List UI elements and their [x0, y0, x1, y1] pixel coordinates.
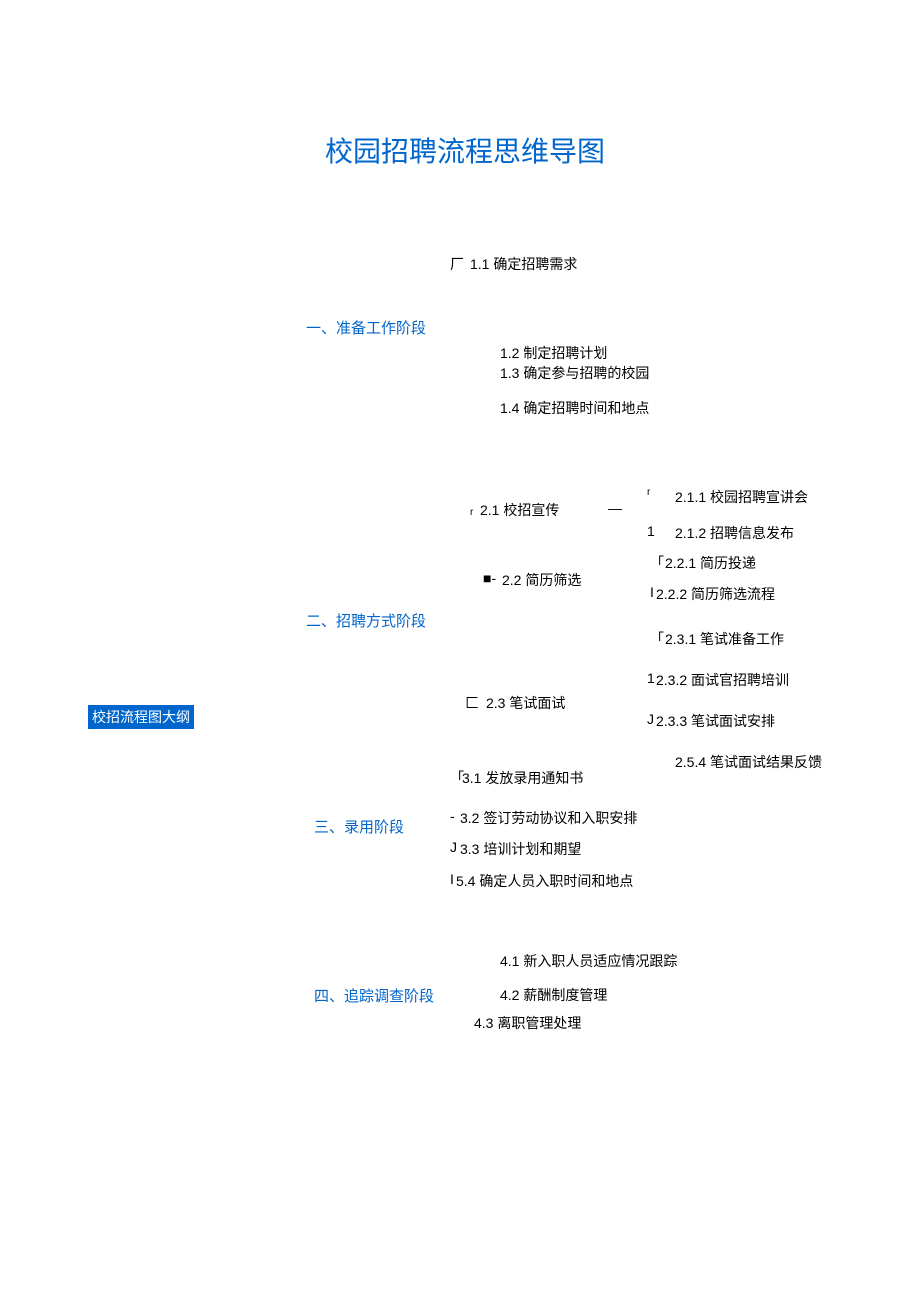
branch-3-item-2-prefix: -	[450, 808, 455, 824]
branch-2-label: 二、招聘方式阶段	[306, 610, 426, 631]
branch-2-item-2-sub-1: 2.2.1 简历投递	[665, 553, 756, 573]
branch-3-item-3-prefix: J	[450, 839, 457, 855]
branch-1-item-2: 1.2 制定招聘计划	[500, 343, 607, 363]
branch-2-item-2: 2.2 简历筛选	[502, 570, 581, 590]
branch-2-item-3: 2.3 笔试面试	[486, 693, 565, 713]
branch-2-item-3-sub-1: 2.3.1 笔试准备工作	[665, 629, 784, 649]
branch-1-item-4: 1.4 确定招聘时间和地点	[500, 398, 649, 418]
branch-2-item-2-sub-2: 2.2.2 简历筛选流程	[656, 584, 775, 604]
branch-3-item-3: 3.3 培训计划和期望	[460, 839, 581, 859]
branch-2-item-3-sub-3-prefix: J	[647, 711, 654, 727]
branch-2-item-1-sub-1-prefix: r	[647, 487, 650, 498]
branch-2-item-3-sub-4: 2.5.4 笔试面试结果反馈	[675, 752, 822, 772]
branch-3-label: 三、录用阶段	[314, 816, 404, 837]
branch-4-item-2: 4.2 薪酬制度管理	[500, 985, 607, 1005]
branch-2-item-1-sub-2-prefix: 1	[647, 523, 655, 539]
branch-1-item-3: 1.3 确定参与招聘的校园	[500, 363, 649, 383]
branch-4-item-1: 4.1 新入职人员适应情况跟踪	[500, 951, 677, 971]
page-title: 校园招聘流程思维导图	[325, 130, 605, 170]
branch-2-item-3-sub-2-prefix: 1	[647, 670, 655, 686]
branch-3-item-4: 5.4 确定人员入职时间和地点	[456, 871, 633, 891]
branch-2-item-3-sub-1-prefix: 「	[650, 629, 664, 649]
branch-2-item-2-sub-2-prefix: I	[650, 584, 654, 600]
root-node: 校招流程图大纲	[88, 705, 194, 729]
branch-4-item-3: 4.3 离职管理处理	[474, 1013, 581, 1033]
branch-4-label: 四、追踪调查阶段	[314, 985, 434, 1006]
branch-1-item-1-prefix: 厂	[450, 254, 464, 274]
branch-1-item-1: 1.1 确定招聘需求	[470, 254, 577, 274]
branch-2-item-3-sub-2: 2.3.2 面试官招聘培训	[656, 670, 789, 690]
branch-2-item-1-suffix: —	[608, 500, 622, 516]
branch-2-item-3-prefix: 匚	[465, 693, 479, 713]
branch-3-item-4-prefix: I	[450, 871, 454, 887]
branch-2-item-1: 2.1 校招宣传	[480, 500, 559, 520]
branch-2-item-1-sub-1: 2.1.1 校园招聘宣讲会	[675, 487, 808, 507]
branch-2-item-2-sub-1-prefix: 「	[650, 553, 664, 573]
branch-1-label: 一、准备工作阶段	[306, 317, 426, 338]
branch-2-item-1-prefix: r	[470, 507, 473, 518]
branch-2-item-3-sub-3: 2.3.3 笔试面试安排	[656, 711, 775, 731]
branch-3-item-2: 3.2 签订劳动协议和入职安排	[460, 808, 637, 828]
branch-2-item-2-prefix: ■-	[483, 570, 496, 586]
branch-2-item-1-sub-2: 2.1.2 招聘信息发布	[675, 523, 794, 543]
branch-3-item-1: 3.1 发放录用通知书	[462, 768, 583, 788]
